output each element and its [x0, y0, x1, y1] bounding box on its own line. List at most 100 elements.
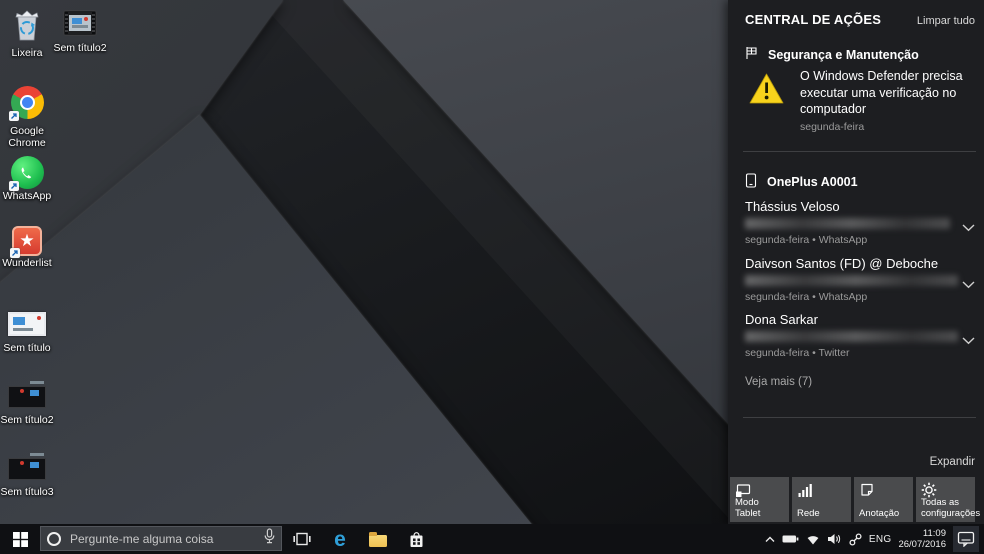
- taskbar-app-icons: e: [283, 524, 435, 554]
- desktop-icon-label: Wunderlist: [2, 257, 52, 269]
- desktop-icon-whatsapp[interactable]: WhatsApp: [0, 156, 59, 203]
- phone-icon: [745, 173, 757, 191]
- quick-action-label: Anotação: [859, 507, 900, 519]
- whatsapp-icon: [8, 156, 44, 191]
- expand-link[interactable]: Expandir: [930, 456, 975, 468]
- chevron-down-icon[interactable]: [962, 332, 975, 350]
- start-button[interactable]: [0, 524, 40, 554]
- search-input[interactable]: [68, 530, 257, 547]
- star-glyph: ★: [19, 231, 35, 250]
- wifi-icon[interactable]: [806, 533, 820, 545]
- desktop-icon-google-chrome[interactable]: Google Chrome: [0, 86, 59, 149]
- notification-meta: segunda-feira • Twitter: [745, 347, 850, 359]
- store-button[interactable]: [397, 524, 435, 554]
- notification-meta: segunda-feira: [800, 120, 865, 133]
- flag-icon: [745, 46, 758, 63]
- chevron-down-icon[interactable]: [962, 276, 975, 294]
- shortcut-arrow-icon: [10, 248, 20, 258]
- desktop-icon-video-file2[interactable]: Sem título2: [0, 381, 59, 427]
- clock-date: 26/07/2016: [898, 539, 946, 550]
- desktop-icon-label: Sem título: [3, 342, 51, 354]
- chrome-icon: [8, 86, 44, 121]
- desktop-icon-label: Sem título2: [53, 42, 107, 54]
- microphone-icon[interactable]: [264, 528, 275, 549]
- desktop-icon-media-file[interactable]: Sem título2: [48, 10, 112, 55]
- notification-meta: segunda-feira • WhatsApp: [745, 291, 868, 303]
- screen: Lixeira Sem título2 Google Chrome WhatsA…: [0, 0, 984, 554]
- blurred-message-preview: [745, 275, 958, 286]
- desktop-icon-image-file[interactable]: Sem título: [0, 312, 59, 355]
- desktop-icon-label: Sem título3: [0, 486, 54, 498]
- section-title: OnePlus A0001: [767, 175, 858, 189]
- file-explorer-icon: [369, 532, 387, 547]
- system-tray: ENG 11:09 26/07/2016: [765, 524, 984, 554]
- tray-overflow-chevron[interactable]: [765, 536, 775, 543]
- settings-gear-icon: [921, 482, 937, 498]
- notification-item[interactable]: Daivson Santos (FD) @ Deboche segunda-fe…: [745, 256, 975, 303]
- desktop-icon-label: WhatsApp: [2, 190, 52, 202]
- taskbar: e: [0, 524, 984, 554]
- action-center-title: CENTRAL DE AÇÕES: [745, 12, 882, 27]
- notification-item[interactable]: Dona Sarkar segunda-feira • Twitter: [745, 312, 975, 359]
- desktop-icon-label: Google Chrome: [8, 125, 46, 149]
- tablet-mode-icon: [736, 484, 751, 497]
- edge-icon: e: [334, 527, 346, 551]
- clock-time: 11:09: [922, 528, 946, 539]
- notification-sender: Dona Sarkar: [745, 312, 818, 327]
- cortana-search-box[interactable]: [40, 526, 282, 551]
- volume-icon[interactable]: [827, 533, 842, 545]
- desktop-icon-label: Sem título2: [0, 414, 54, 426]
- notification-meta: segunda-feira • WhatsApp: [745, 234, 868, 246]
- quick-action-note[interactable]: Anotação: [854, 477, 913, 522]
- section-oneplus[interactable]: OnePlus A0001: [745, 173, 975, 191]
- wunderlist-icon: ★: [10, 226, 42, 258]
- notification-sender: Daivson Santos (FD) @ Deboche: [745, 256, 939, 271]
- quick-actions: Modo Tablet Rede Anotação Todas as confi…: [730, 477, 981, 522]
- file-explorer-button[interactable]: [359, 524, 397, 554]
- blurred-message-preview: [745, 331, 958, 342]
- image-file-icon: [8, 312, 46, 336]
- battery-icon[interactable]: [782, 534, 799, 544]
- notification-item[interactable]: Thássius Veloso segunda-feira • WhatsApp: [745, 199, 975, 246]
- see-more-link[interactable]: Veja mais (7): [745, 376, 975, 388]
- video-file-icon: [8, 381, 46, 408]
- divider: [743, 417, 976, 418]
- clear-all-button[interactable]: Limpar tudo: [917, 15, 975, 27]
- clock[interactable]: 11:09 26/07/2016: [898, 528, 946, 550]
- language-indicator[interactable]: ENG: [869, 534, 892, 545]
- media-file-icon: [63, 10, 97, 36]
- notification-defender[interactable]: O Windows Defender precisa executar uma …: [745, 68, 975, 133]
- action-center-panel: CENTRAL DE AÇÕES Limpar tudo Segurança e…: [728, 0, 984, 524]
- task-view-button[interactable]: [283, 524, 321, 554]
- quick-action-label: Todas as configurações: [921, 497, 981, 519]
- notification-bubble-icon: [957, 531, 975, 547]
- quick-action-network[interactable]: Rede: [792, 477, 851, 522]
- store-icon: [410, 531, 422, 547]
- shortcut-arrow-icon: [8, 181, 19, 191]
- recycle-bin-icon: [12, 8, 42, 46]
- quick-action-all-settings[interactable]: Todas as configurações: [916, 477, 981, 522]
- video-file-icon: [8, 453, 46, 480]
- action-center-button[interactable]: [953, 526, 979, 552]
- quick-action-label: Rede: [797, 507, 820, 519]
- network-signal-icon: [798, 484, 812, 497]
- blurred-message-preview: [745, 218, 950, 229]
- quick-action-tablet-mode[interactable]: Modo Tablet: [730, 477, 789, 522]
- notification-text: O Windows Defender precisa executar uma …: [800, 69, 963, 116]
- edge-browser-button[interactable]: e: [321, 524, 359, 554]
- section-title: Segurança e Manutenção: [768, 47, 919, 62]
- desktop-icon-wunderlist[interactable]: ★ Wunderlist: [0, 226, 59, 270]
- section-security-maintenance[interactable]: Segurança e Manutenção: [745, 46, 975, 63]
- shortcut-arrow-icon: [8, 111, 19, 121]
- quick-action-label: Modo Tablet: [735, 497, 761, 519]
- cortana-ring-icon: [47, 531, 61, 546]
- windows-logo-icon: [12, 531, 28, 547]
- notification-sender: Thássius Veloso: [745, 199, 840, 214]
- note-icon: [861, 483, 873, 496]
- divider: [743, 151, 976, 152]
- chevron-down-icon[interactable]: [962, 219, 975, 237]
- warning-triangle-icon: [748, 72, 785, 110]
- task-view-icon: [293, 532, 311, 546]
- desktop-icon-video-file3[interactable]: Sem título3: [0, 453, 59, 499]
- link-utility-icon[interactable]: [849, 532, 862, 546]
